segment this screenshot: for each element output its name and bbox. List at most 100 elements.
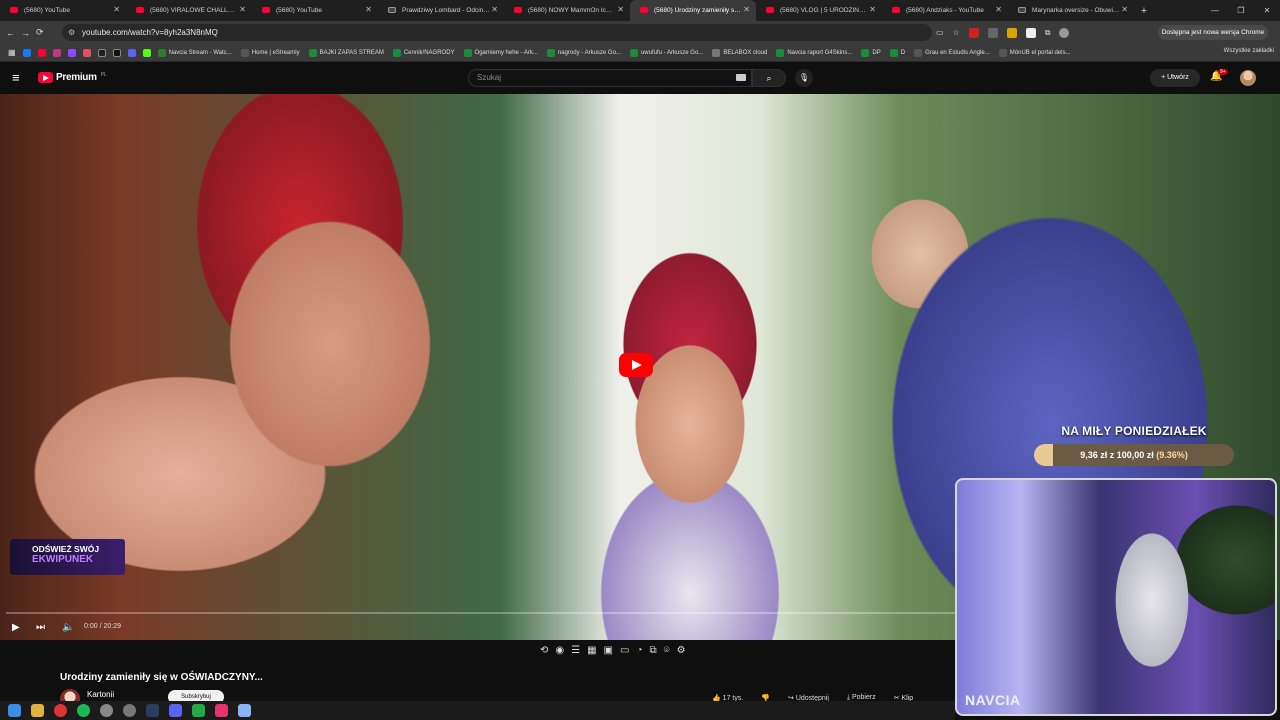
app-icon[interactable] [238, 704, 251, 717]
tab-close-icon[interactable]: ✕ [113, 5, 120, 14]
nav-buttons: ← → ⟳ [6, 21, 44, 44]
bookmark-item[interactable]: nagrody - Arkusze Go... [546, 48, 621, 57]
forward-icon[interactable]: → [21, 28, 30, 38]
app-icon[interactable] [215, 704, 228, 717]
bookmark-item[interactable]: Navcia raport G4Skins... [776, 48, 852, 57]
instagram-icon[interactable] [52, 48, 61, 57]
discord-icon[interactable] [127, 48, 136, 57]
bookmark-label: BAJKI ZAPAS STREAM [319, 49, 384, 56]
app-icon[interactable] [192, 704, 205, 717]
apps-icon[interactable]: ▦ [8, 48, 16, 57]
steam-icon[interactable] [146, 704, 159, 717]
tab-close-icon[interactable]: ✕ [869, 5, 876, 14]
spotify-icon[interactable] [77, 704, 90, 717]
speed-icon[interactable]: ◔ [636, 645, 642, 663]
browser-tab[interactable]: (5680) YouTube ✕ [252, 0, 378, 21]
extension-icon[interactable] [968, 27, 979, 38]
extension-icon[interactable] [1025, 27, 1036, 38]
browser-tab[interactable]: (5680) VLOG | 5 URODZINY CHAR✕ [756, 0, 882, 21]
bookmark-item[interactable]: BAJKI ZAPAS STREAM [308, 48, 384, 57]
calendar-icon[interactable]: ▦ [587, 645, 596, 663]
new-tab-button[interactable]: + [1134, 5, 1154, 17]
close-window-button[interactable]: ✕ [1254, 0, 1280, 21]
twitch-icon[interactable] [67, 48, 76, 57]
volume-icon[interactable]: 🔈 [62, 622, 74, 633]
bookmark-star-icon[interactable]: ☆ [953, 28, 960, 37]
youtube-icon[interactable] [37, 48, 46, 57]
channel-name[interactable]: Kartonii [87, 690, 114, 699]
audio-icon[interactable]: ◉ [555, 645, 564, 663]
browser-tab[interactable]: Prawdziwy Lombard - Odcinek 28 ✕ [378, 0, 504, 21]
play-icon[interactable]: ▶ [12, 622, 20, 633]
bookmark-item[interactable]: Navcia Stream - Watc... [157, 48, 232, 57]
bookmark-label: nagrody - Arkusze Go... [557, 49, 621, 56]
file-explorer-icon[interactable] [31, 704, 44, 717]
loop-icon[interactable]: ⟲ [540, 645, 548, 663]
browser-tab[interactable]: Marynarka oversize - Obuwie - Ko✕ [1008, 0, 1134, 21]
playlist-icon[interactable]: ☰ [571, 645, 580, 663]
bookmark-favicon-icon [629, 48, 638, 57]
profile-icon[interactable] [1059, 27, 1070, 38]
minimize-button[interactable]: — [1202, 0, 1228, 21]
extension-icon[interactable] [1006, 27, 1017, 38]
cast-icon[interactable]: ▭ [936, 28, 944, 37]
bookmark-item[interactable]: MónUB el portal dels... [998, 48, 1070, 57]
bookmark-item[interactable]: uwufufu - Arkusze Go... [629, 48, 703, 57]
bookmark-item[interactable]: BELABOX cloud [712, 48, 767, 57]
bookmark-item[interactable]: Grau en Estudis Angle... [914, 48, 990, 57]
bookmark-item[interactable]: DP [861, 48, 881, 57]
next-icon[interactable]: ⏭ [36, 622, 45, 633]
picture-in-picture-icon[interactable]: ⧉ [650, 645, 657, 663]
maximize-button[interactable]: ❐ [1228, 0, 1254, 21]
tab-close-icon[interactable]: ✕ [365, 5, 372, 14]
chrome-update-chip[interactable]: Dostępna jest nowa wersja Chrome [1158, 25, 1268, 40]
browser-tab[interactable]: (5680) VIRALOWE CHALLENGE Z TI✕ [126, 0, 252, 21]
avatar[interactable] [1240, 70, 1256, 86]
settings-icon[interactable]: ⚙ [677, 645, 686, 663]
search-button[interactable]: ⌕ [752, 69, 786, 87]
screenshot-icon[interactable]: ⌾ [664, 645, 670, 663]
youtube-play-button-icon[interactable] [619, 353, 653, 377]
browser-tab[interactable]: (5680) NOWY MammOn Iceberg -✕ [504, 0, 630, 21]
bookmark-item[interactable]: Home | eStreamly [240, 48, 300, 57]
menu-icon[interactable]: ≡ [12, 71, 20, 84]
discord-icon[interactable] [169, 704, 182, 717]
opera-icon[interactable] [54, 704, 67, 717]
tab-close-icon[interactable]: ✕ [743, 5, 750, 14]
browser-tab[interactable]: (5680) Andziaks - YouTube ✕ [882, 0, 1008, 21]
bookmark-icon[interactable] [82, 48, 91, 57]
x-icon[interactable] [97, 48, 106, 57]
kick-icon[interactable] [142, 48, 151, 57]
mic-icon[interactable]: 🎙 [795, 69, 813, 87]
facebook-icon[interactable] [22, 48, 31, 57]
site-info-icon[interactable]: ⚙ [68, 24, 75, 41]
tab-close-icon[interactable]: ✕ [239, 5, 246, 14]
tab-close-icon[interactable]: ✕ [617, 5, 624, 14]
browser-tab[interactable]: (5680) YouTube ✕ [0, 0, 126, 21]
tiktok-icon[interactable] [112, 48, 121, 57]
bookmark-item[interactable]: D [889, 48, 905, 57]
create-button[interactable]: + Utwórz [1150, 69, 1200, 87]
windows-start-icon[interactable] [8, 704, 21, 717]
bookmark-item[interactable]: Cennik/NAGRODY [392, 48, 455, 57]
miniplayer-icon[interactable]: ▣ [604, 645, 613, 663]
tab-close-icon[interactable]: ✕ [995, 5, 1002, 14]
video-progress-bar[interactable] [6, 612, 956, 614]
browser-tab[interactable]: (5680) Urodziny zamieniły się w O✕ [630, 0, 756, 21]
extension-icon[interactable] [987, 27, 998, 38]
theater-icon[interactable]: ▭ [620, 645, 629, 663]
bookmark-item[interactable]: Ogarniemy hehe - Ark... [463, 48, 538, 57]
obs-icon[interactable] [123, 704, 136, 717]
back-icon[interactable]: ← [6, 28, 15, 38]
search-input[interactable]: Szukaj [468, 69, 752, 87]
all-bookmarks-button[interactable]: Wszystkie zakładki [1224, 48, 1274, 54]
chrome-icon[interactable] [100, 704, 113, 717]
tab-close-icon[interactable]: ✕ [491, 5, 498, 14]
tab-close-icon[interactable]: ✕ [1121, 5, 1128, 14]
bookmark-favicon-icon [392, 48, 401, 57]
youtube-logo[interactable]: Premium PL [38, 72, 107, 83]
address-bar[interactable]: ⚙ youtube.com/watch?v=8yh2a3N8nMQ [62, 24, 932, 41]
reload-icon[interactable]: ⟳ [36, 27, 44, 38]
extensions-puzzle-icon[interactable]: ⧉ [1045, 28, 1051, 38]
keyboard-icon[interactable] [736, 74, 746, 81]
